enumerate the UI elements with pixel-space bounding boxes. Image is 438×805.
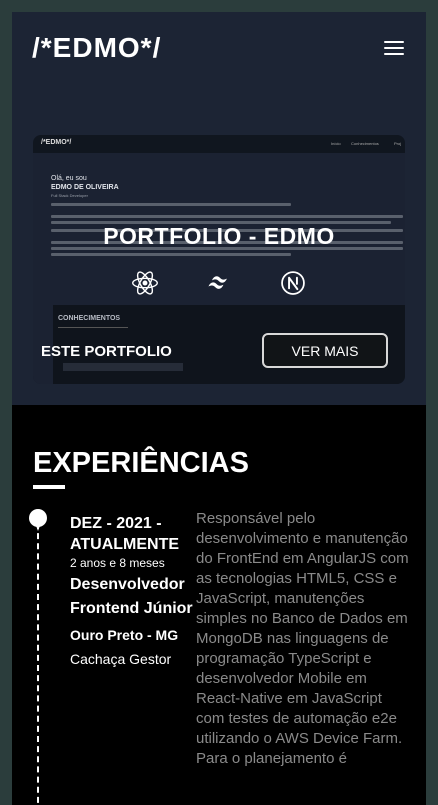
app-frame: /*EDMO*/ /*EDMO*/ Início Conhecimentos P… — [12, 12, 426, 805]
preview-name: EDMO DE OLIVEIRA — [51, 184, 119, 191]
experiences-section: EXPERIÊNCIAS DEZ - 2021 - ATUALMENTE 2 a… — [12, 405, 426, 805]
portfolio-title: PORTFOLIO - EDMO — [103, 223, 335, 249]
preview-nav-link: Proj — [394, 141, 402, 146]
preview-text-line — [51, 215, 403, 218]
preview-text-line — [51, 253, 291, 256]
portfolio-card[interactable]: /*EDMO*/ Início Conhecimentos Proj Olá, … — [33, 135, 405, 384]
preview-nav-link: Início — [331, 141, 341, 146]
ver-mais-button[interactable]: VER MAIS — [262, 333, 388, 368]
nextjs-icon — [281, 271, 305, 295]
preview-logo: /*EDMO*/ — [41, 139, 72, 146]
job-company: Cachaça Gestor — [70, 651, 172, 667]
job-description: Responsável pelo desenvolvimento e manut… — [196, 510, 409, 767]
preview-tab — [63, 363, 183, 371]
site-logo[interactable]: /*EDMO*/ — [32, 32, 161, 64]
preview-nav-link: Conhecimentos — [351, 141, 379, 146]
hamburger-menu-icon[interactable] — [384, 41, 404, 55]
timeline-pin-icon — [29, 509, 47, 531]
experiences-title: EXPERIÊNCIAS — [33, 447, 249, 479]
job-role: Desenvolvedor Frontend Júnior — [70, 576, 193, 617]
preview-text-line — [51, 203, 291, 206]
title-underline — [33, 485, 65, 489]
tech-icons — [33, 269, 405, 297]
site-header: /*EDMO*/ — [12, 12, 426, 84]
experience-item: DEZ - 2021 - ATUALMENTE 2 anos e 8 meses… — [70, 513, 194, 669]
preview-section-title: CONHECIMENTOS — [58, 315, 121, 322]
react-icon — [132, 271, 158, 295]
preview-intro: Olá, eu sou EDMO DE OLIVEIRA Full Stack … — [51, 175, 119, 198]
timeline-line — [37, 523, 39, 805]
tailwind-icon — [208, 276, 227, 289]
portfolio-label: ESTE PORTFOLIO — [41, 343, 172, 360]
preview-greeting: Olá, eu sou — [51, 175, 87, 182]
job-date: DEZ - 2021 - ATUALMENTE — [70, 515, 180, 553]
job-location: Ouro Preto - MG — [70, 627, 179, 643]
preview-subtitle: Full Stack Developer — [51, 193, 88, 198]
job-duration: 2 anos e 8 meses — [70, 556, 165, 570]
